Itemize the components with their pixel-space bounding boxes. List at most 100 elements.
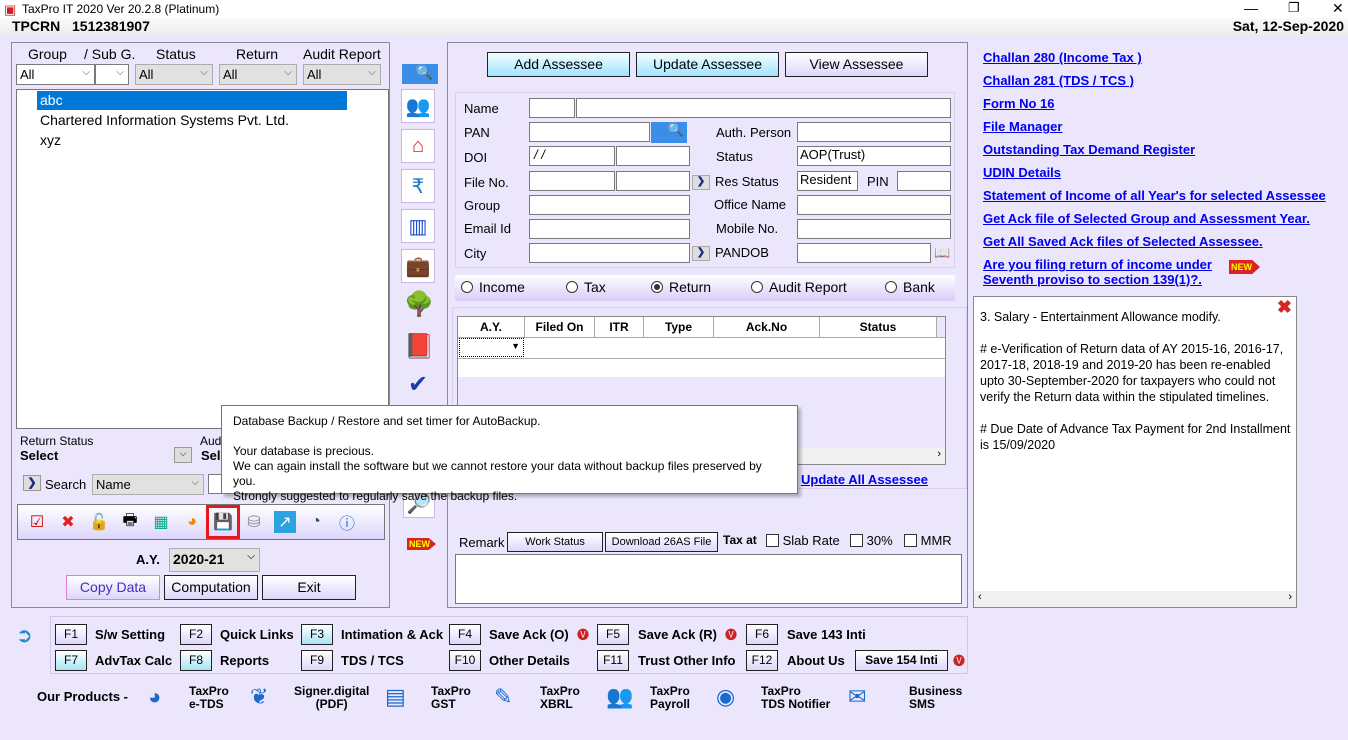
table-row[interactable] xyxy=(458,337,945,377)
save-154-button[interactable]: Save 154 Inti xyxy=(855,650,948,671)
fkey-f9-button[interactable]: F9 xyxy=(301,650,333,671)
radio-audit-report[interactable]: Audit Report xyxy=(751,279,847,295)
subgroup-select[interactable]: ⌵ xyxy=(95,64,129,85)
list-item[interactable]: abc xyxy=(37,91,347,110)
get-ack-group-link[interactable]: Get Ack file of Selected Group and Asses… xyxy=(983,207,1326,230)
fkey-f1-button[interactable]: F1 xyxy=(55,624,87,645)
calculator-icon[interactable]: ▦ xyxy=(150,511,172,533)
group-select[interactable]: All ⌵ xyxy=(16,64,95,85)
ay-select[interactable]: 2020-21 ⌵ xyxy=(169,548,260,572)
close-button[interactable]: ✕ xyxy=(1332,0,1344,17)
audit-status-value[interactable]: Sel xyxy=(201,448,221,463)
rupee-icon[interactable]: ₹ xyxy=(401,169,435,203)
statement-of-income-link[interactable]: Statement of Income of all Year's for se… xyxy=(983,184,1326,207)
res-status-input[interactable]: Resident xyxy=(797,171,858,191)
search-field-select[interactable]: Name ⌵ xyxy=(92,474,204,495)
pandob-input[interactable] xyxy=(797,243,931,263)
list-item[interactable]: xyz xyxy=(37,131,64,149)
signer-icon[interactable]: ❦ xyxy=(250,684,268,710)
status-select[interactable]: All ⌵ xyxy=(135,64,213,85)
product-link[interactable]: Business SMS xyxy=(909,685,962,711)
pan-search-icon[interactable]: 🔍 xyxy=(651,122,687,143)
list-item[interactable]: Chartered Information Systems Pvt. Ltd. xyxy=(37,111,292,129)
pan-input[interactable] xyxy=(529,122,650,142)
download-26as-button[interactable]: Download 26AS File xyxy=(605,532,718,552)
chart-icon[interactable]: ▥ xyxy=(401,209,435,243)
search-arrow-icon[interactable]: ❯ xyxy=(23,475,41,491)
remark-textarea[interactable] xyxy=(455,554,962,604)
users-icon[interactable]: 👥 xyxy=(401,89,435,123)
tree-icon[interactable]: 🌳 xyxy=(404,290,434,319)
update-assessee-button[interactable]: Update Assessee xyxy=(636,52,779,77)
gst-icon[interactable]: ▤ xyxy=(385,684,406,710)
update-all-assessee-link[interactable]: Update All Assessee xyxy=(801,472,928,487)
fkey-f7-button[interactable]: F7 xyxy=(55,650,87,671)
auth-person-input[interactable] xyxy=(797,122,951,142)
info-icon[interactable]: ⓘ xyxy=(336,511,358,533)
fkey-f8-button[interactable]: F8 xyxy=(180,650,212,671)
res-status-arrow-icon[interactable]: ❯ xyxy=(692,175,710,190)
product-link[interactable]: TaxPro TDS Notifier xyxy=(761,685,830,711)
radio-tax[interactable]: Tax xyxy=(566,279,606,295)
slab-rate-checkbox[interactable]: Slab Rate xyxy=(766,533,840,548)
return-status-dropdown[interactable]: ⌵ xyxy=(174,447,192,463)
outstanding-demand-link[interactable]: Outstanding Tax Demand Register xyxy=(983,138,1326,161)
file-no-input[interactable] xyxy=(529,171,615,191)
check-mark-icon[interactable]: ✔ xyxy=(408,370,428,399)
return-status-value[interactable]: Select xyxy=(20,448,58,463)
fkey-f12-button[interactable]: F12 xyxy=(746,650,778,671)
mobile-input[interactable] xyxy=(797,219,951,239)
fkey-f4-button[interactable]: F4 xyxy=(449,624,481,645)
copy-data-button[interactable]: Copy Data xyxy=(66,575,160,600)
delete-icon[interactable]: ✖ xyxy=(57,511,79,533)
pie-chart-icon[interactable]: ◕ xyxy=(181,511,203,533)
audit-report-select[interactable]: All ⌵ xyxy=(303,64,381,85)
restore-button[interactable]: ❐ xyxy=(1288,0,1300,16)
group-input[interactable] xyxy=(529,195,690,215)
print-icon[interactable]: 🖶 xyxy=(119,511,141,533)
doi-extra-input[interactable] xyxy=(616,146,690,166)
fkey-f11-button[interactable]: F11 xyxy=(597,650,629,671)
file-no-extra-input[interactable] xyxy=(616,171,690,191)
return-select[interactable]: All ⌵ xyxy=(219,64,297,85)
radio-income[interactable]: Income xyxy=(461,279,525,295)
product-link[interactable]: TaxPro Payroll xyxy=(650,685,690,711)
fkey-f2-button[interactable]: F2 xyxy=(180,624,212,645)
exit-button[interactable]: Exit xyxy=(262,575,356,600)
product-link[interactable]: Signer.digital (PDF) xyxy=(294,685,369,711)
export-icon[interactable]: ↗ xyxy=(274,511,296,533)
email-input[interactable] xyxy=(529,219,690,239)
fkey-f10-button[interactable]: F10 xyxy=(449,650,481,671)
lock-icon[interactable]: 🔓 xyxy=(88,511,110,533)
book-icon[interactable]: 📕 xyxy=(404,332,434,361)
book-open-icon[interactable]: 📖 xyxy=(934,245,950,261)
udin-details-link[interactable]: UDIN Details xyxy=(983,161,1326,184)
mmr-checkbox[interactable]: MMR xyxy=(904,533,952,548)
ay-cell-dropdown[interactable]: ▼ xyxy=(459,338,524,357)
status-input[interactable]: AOP(Trust) xyxy=(797,146,951,166)
search-icon[interactable]: 🔍 xyxy=(402,64,438,84)
form-16-link[interactable]: Form No 16 xyxy=(983,92,1326,115)
city-arrow-icon[interactable]: ❯ xyxy=(692,246,710,261)
tds-notifier-icon[interactable]: ◉ xyxy=(716,684,735,710)
product-link[interactable]: TaxPro GST xyxy=(431,685,471,711)
file-manager-link[interactable]: File Manager xyxy=(983,115,1326,138)
challan-280-link[interactable]: Challan 280 (Income Tax ) xyxy=(983,46,1326,69)
briefcase-icon[interactable]: 💼 xyxy=(401,249,435,283)
assessee-list[interactable]: abc Chartered Information Systems Pvt. L… xyxy=(16,89,389,429)
doi-input[interactable]: / / xyxy=(529,146,615,166)
get-all-ack-link[interactable]: Get All Saved Ack files of Selected Asse… xyxy=(983,230,1326,253)
challan-281-link[interactable]: Challan 281 (TDS / TCS ) xyxy=(983,69,1326,92)
pin-input[interactable] xyxy=(897,171,951,191)
name-prefix-input[interactable] xyxy=(529,98,575,118)
office-name-input[interactable] xyxy=(797,195,951,215)
thirty-percent-checkbox[interactable]: 30% xyxy=(850,533,893,548)
backup-restore-icon[interactable]: 💾 xyxy=(206,505,240,539)
xbrl-icon[interactable]: ✎ xyxy=(494,684,512,710)
sms-icon[interactable]: ✉ xyxy=(848,684,866,710)
minimize-button[interactable]: — xyxy=(1244,0,1258,16)
check-icon[interactable]: ☑ xyxy=(26,511,48,533)
product-link[interactable]: TaxPro e-TDS xyxy=(189,685,229,711)
computation-button[interactable]: Computation xyxy=(164,575,258,600)
notice-scrollbar[interactable]: ‹ › xyxy=(974,591,1296,607)
